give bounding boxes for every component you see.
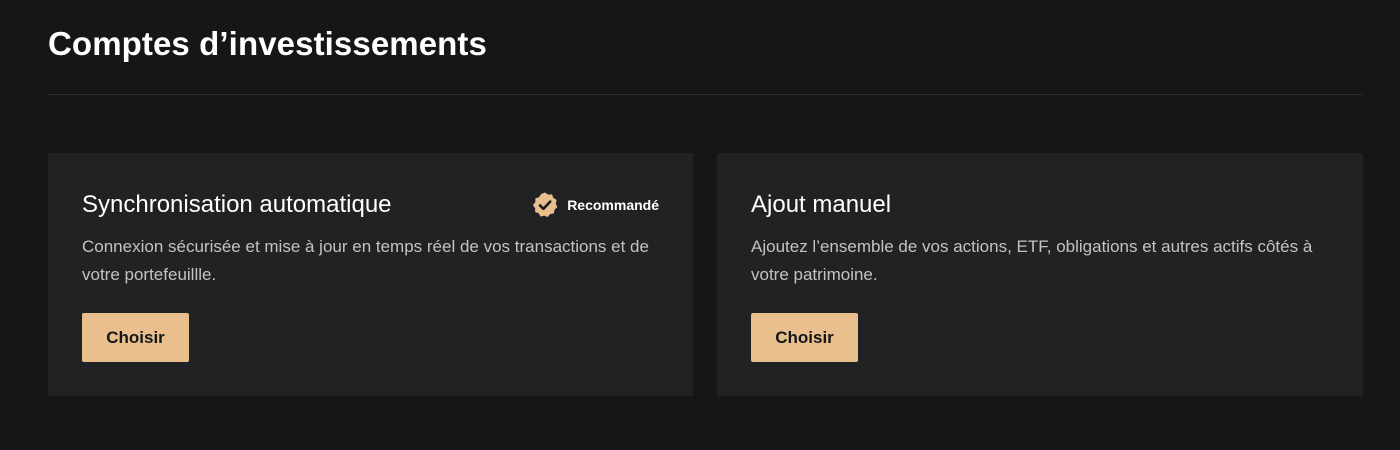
card-description: Ajoutez l’ensemble de vos actions, ETF, … [751,237,1313,284]
card-manual-add: Ajout manuel Ajoutez l’ensemble de vos a… [717,153,1363,396]
verified-badge-icon [533,192,558,217]
card-title: Ajout manuel [751,191,892,218]
card-description: Connexion sécurisée et mise à jour en te… [82,237,649,284]
card-title: Synchronisation automatique [82,191,392,218]
page-title: Comptes d’investissements [48,25,487,62]
recommended-badge: Recommandé [531,190,659,220]
choose-automatic-sync-button[interactable]: Choisir [82,313,189,362]
card-automatic-sync: Synchronisation automatique Recommandé C… [48,153,693,396]
choose-manual-add-button[interactable]: Choisir [751,313,858,362]
investment-accounts-page: Comptes d’investissements Synchronisatio… [0,0,1400,450]
header-divider [48,94,1363,95]
badge-label: Recommandé [567,197,659,213]
